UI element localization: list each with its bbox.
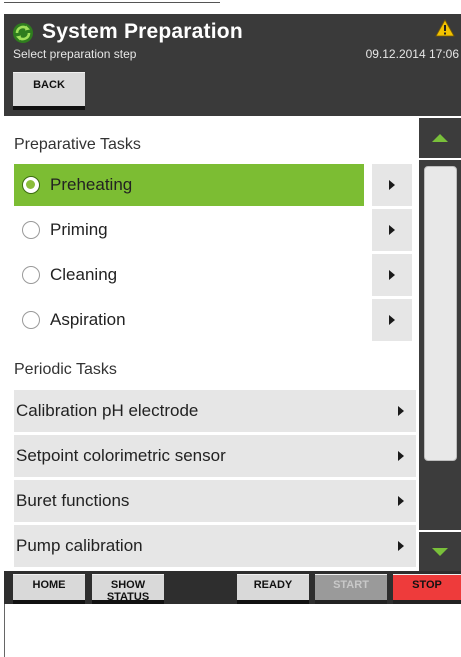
chevron-right-icon <box>398 496 404 506</box>
home-button[interactable]: HOME <box>13 574 85 604</box>
stop-button[interactable]: STOP <box>393 574 461 604</box>
periodic-row-setpoint-colorimetric[interactable]: Setpoint colorimetric sensor <box>14 435 416 477</box>
detail-arrow-cleaning[interactable] <box>372 254 412 296</box>
periodic-row-buret-functions[interactable]: Buret functions <box>14 480 416 522</box>
task-select-cleaning[interactable]: Cleaning <box>14 254 364 296</box>
show-status-button[interactable]: SHOW STATUS <box>92 574 164 604</box>
task-label: Preheating <box>50 175 133 194</box>
detail-arrow-pump-calibration[interactable] <box>386 525 416 567</box>
start-button[interactable]: START <box>315 574 387 604</box>
radio-priming[interactable] <box>22 221 40 239</box>
device-screen: System Preparation Select preparation st… <box>4 14 461 604</box>
task-label: Aspiration <box>50 310 126 329</box>
scrollbar-thumb[interactable] <box>424 166 457 461</box>
task-label: Priming <box>50 220 108 239</box>
chevron-right-icon <box>389 270 395 280</box>
periodic-label: Buret functions <box>16 491 130 510</box>
radio-preheating[interactable] <box>22 176 40 194</box>
chevron-right-icon <box>398 451 404 461</box>
periodic-select[interactable]: Calibration pH electrode <box>14 390 374 432</box>
chevron-right-icon <box>389 315 395 325</box>
detail-arrow-priming[interactable] <box>372 209 412 251</box>
datetime-display: 09.12.2014 17:06 <box>365 47 459 61</box>
radio-aspiration[interactable] <box>22 311 40 329</box>
ready-button[interactable]: READY <box>237 574 309 604</box>
task-list-panel: Preparative Tasks Preheating Priming Cle… <box>4 116 461 572</box>
periodic-select[interactable]: Setpoint colorimetric sensor <box>14 435 374 477</box>
header: System Preparation Select preparation st… <box>4 14 461 116</box>
top-rule <box>4 2 220 3</box>
arrow-up-icon <box>432 134 448 142</box>
arrow-down-icon <box>432 548 448 556</box>
radio-cleaning[interactable] <box>22 266 40 284</box>
chevron-right-icon <box>389 225 395 235</box>
task-label: Cleaning <box>50 265 118 284</box>
recycle-arrows-icon <box>13 23 33 43</box>
scroll-up-button[interactable] <box>419 118 461 158</box>
back-button[interactable]: BACK <box>13 72 85 110</box>
detail-arrow-preheating[interactable] <box>372 164 412 206</box>
warning-triangle-icon[interactable] <box>435 19 455 37</box>
footer-bar: HOME SHOW STATUS READY START STOP <box>4 571 461 604</box>
page-title: System Preparation <box>42 20 243 43</box>
detail-arrow-aspiration[interactable] <box>372 299 412 341</box>
periodic-select[interactable]: Buret functions <box>14 480 374 522</box>
periodic-label: Pump calibration <box>16 536 143 555</box>
chevron-right-icon <box>398 541 404 551</box>
periodic-row-pump-calibration[interactable]: Pump calibration <box>14 525 416 567</box>
detail-arrow-calibration-ph[interactable] <box>386 390 416 432</box>
section-title-periodic: Periodic Tasks <box>14 361 117 378</box>
detail-arrow-setpoint-colorimetric[interactable] <box>386 435 416 477</box>
periodic-label: Setpoint colorimetric sensor <box>16 446 226 465</box>
scroll-down-button[interactable] <box>419 532 461 572</box>
page-subtitle: Select preparation step <box>13 47 137 61</box>
section-title-preparative: Preparative Tasks <box>14 136 141 153</box>
task-select-preheating[interactable]: Preheating <box>14 164 364 206</box>
periodic-select[interactable]: Pump calibration <box>14 525 374 567</box>
detail-arrow-buret-functions[interactable] <box>386 480 416 522</box>
periodic-row-calibration-ph[interactable]: Calibration pH electrode <box>14 390 416 432</box>
chevron-right-icon <box>389 180 395 190</box>
chevron-right-icon <box>398 406 404 416</box>
caption-area <box>4 604 461 657</box>
task-select-priming[interactable]: Priming <box>14 209 364 251</box>
task-select-aspiration[interactable]: Aspiration <box>14 299 364 341</box>
periodic-label: Calibration pH electrode <box>16 401 199 420</box>
